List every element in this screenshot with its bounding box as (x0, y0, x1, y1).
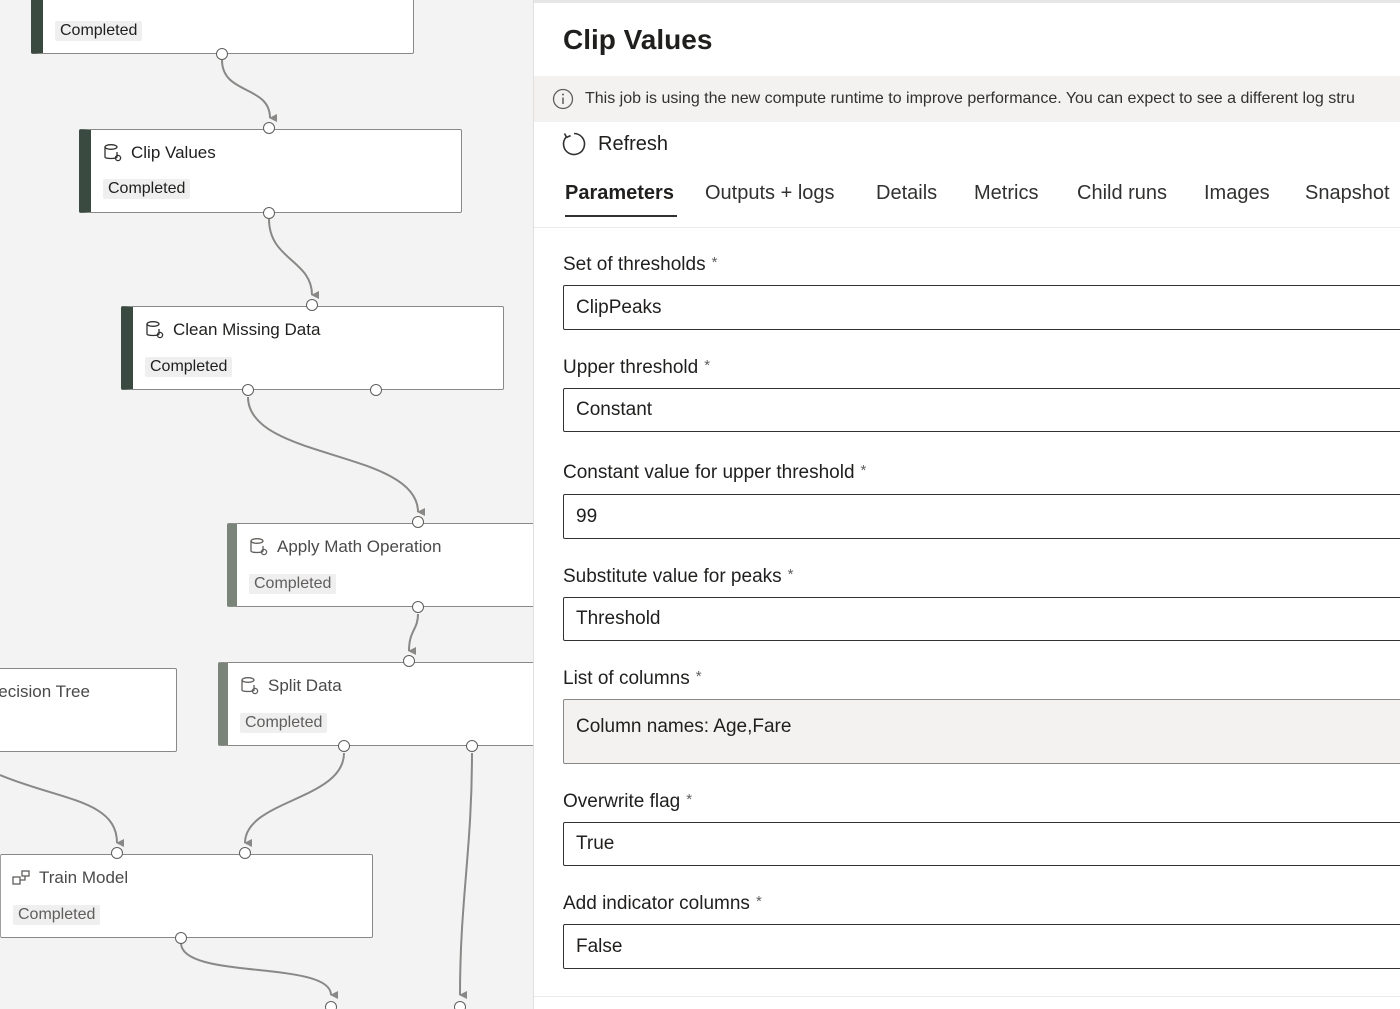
field-label-overwrite-flag: Overwrite flag * (563, 791, 693, 812)
divider (534, 996, 1400, 997)
panel-title: Clip Values (563, 24, 713, 55)
output-port[interactable] (242, 384, 254, 396)
train-model-icon (12, 870, 30, 885)
node-status: Completed (249, 574, 337, 594)
add-indicator-columns-field[interactable]: False (563, 924, 1400, 969)
node-title: Train Model (11, 868, 128, 888)
divider (534, 0, 1400, 3)
details-panel: Clip Values This job is using the new co… (533, 0, 1400, 1009)
input-port[interactable] (239, 847, 251, 859)
refresh-label: Refresh (598, 132, 669, 155)
output-port[interactable] (338, 740, 350, 752)
input-port[interactable] (412, 516, 424, 528)
node-title: Split Data (240, 676, 342, 696)
field-label-add-indicator-columns: Add indicator columns * (563, 893, 762, 914)
node-title-label: Decision Tree (0, 682, 90, 701)
substitute-value-field[interactable]: Threshold (563, 597, 1400, 641)
edge-math-to-split (408, 613, 419, 656)
output-port[interactable] (175, 932, 187, 944)
info-icon (552, 88, 574, 110)
overwrite-flag-field[interactable]: True (563, 822, 1400, 866)
field-label-substitute-value: Substitute value for peaks * (563, 566, 794, 587)
tab-images[interactable]: Images (1204, 182, 1270, 217)
input-port[interactable] (454, 1001, 466, 1009)
edge-dtree-to-train (0, 774, 125, 847)
field-label-set-of-thresholds: Set of thresholds * (563, 254, 718, 275)
pipeline-node-train-model[interactable]: Train Model Completed (0, 854, 373, 938)
pipeline-node-clean-missing-data[interactable]: Clean Missing Data Completed (121, 306, 504, 390)
pipeline-node-decision-tree[interactable]: Decision Tree (0, 668, 177, 752)
node-title: Clean Missing Data (145, 320, 320, 340)
database-gear-icon (241, 677, 259, 695)
tab-metrics[interactable]: Metrics (974, 182, 1038, 217)
node-title-label: Clean Missing Data (173, 320, 321, 339)
database-gear-icon (146, 321, 164, 339)
constant-value-field[interactable]: 99 (563, 494, 1400, 539)
input-port[interactable] (403, 655, 415, 667)
list-of-columns-field[interactable]: Column names: Age,Fare (563, 699, 1400, 764)
set-of-thresholds-field[interactable]: ClipPeaks (563, 285, 1400, 330)
pipeline-node-apply-math-operation[interactable]: Apply Math Operation Completed (227, 523, 533, 607)
edge-split-down (459, 752, 473, 1000)
input-port[interactable] (263, 122, 275, 134)
node-title-label: Split Data (268, 676, 342, 695)
edge-train-down (180, 942, 339, 999)
node-title: Decision Tree (0, 682, 90, 702)
database-gear-icon (250, 538, 268, 556)
divider (534, 227, 1400, 228)
field-label-upper-threshold: Upper threshold * (563, 357, 711, 378)
database-gear-icon (104, 144, 122, 162)
input-port[interactable] (111, 847, 123, 859)
node-status: Completed (13, 905, 101, 925)
info-banner: This job is using the new compute runtim… (534, 76, 1400, 122)
node-status: Completed (145, 357, 233, 377)
input-port[interactable] (325, 1001, 337, 1009)
pipeline-node-top[interactable]: Completed (31, 0, 414, 54)
tab-parameters[interactable]: Parameters (565, 182, 677, 217)
node-title: Apply Math Operation (249, 537, 441, 557)
edge-top-to-clip (221, 59, 278, 122)
pipeline-canvas[interactable]: Completed Clip Values Completed Clean Mi… (0, 0, 533, 1009)
output-port[interactable] (370, 384, 382, 396)
edge-clean-to-math (247, 396, 426, 516)
node-title-label: Train Model (39, 868, 129, 887)
node-status: Completed (103, 179, 191, 199)
node-status: Completed (55, 21, 143, 41)
edge-clip-to-clean (268, 218, 320, 299)
output-port[interactable] (263, 207, 275, 219)
tab-snapshot[interactable]: Snapshot (1305, 182, 1390, 217)
tab-details[interactable]: Details (876, 182, 937, 217)
output-port[interactable] (216, 48, 228, 60)
refresh-button[interactable]: Refresh (561, 131, 668, 157)
refresh-icon (562, 132, 586, 156)
pipeline-node-clip-values[interactable]: Clip Values Completed (79, 129, 462, 213)
output-port[interactable] (412, 601, 424, 613)
node-status: Completed (240, 713, 328, 733)
pipeline-node-split-data[interactable]: Split Data Completed (218, 662, 533, 746)
upper-threshold-field[interactable]: Constant (563, 388, 1400, 432)
edge-split-to-train (244, 752, 345, 848)
output-port[interactable] (466, 740, 478, 752)
node-title: Clip Values (103, 143, 216, 163)
field-label-list-of-columns: List of columns * (563, 668, 702, 689)
tab-outputs-logs[interactable]: Outputs + logs (705, 182, 835, 217)
input-port[interactable] (306, 299, 318, 311)
node-title-label: Clip Values (131, 143, 216, 162)
banner-text: This job is using the new compute runtim… (585, 90, 1355, 107)
node-title-label: Apply Math Operation (277, 537, 442, 556)
field-label-constant-value: Constant value for upper threshold * (563, 462, 867, 483)
tab-child-runs[interactable]: Child runs (1077, 182, 1167, 217)
